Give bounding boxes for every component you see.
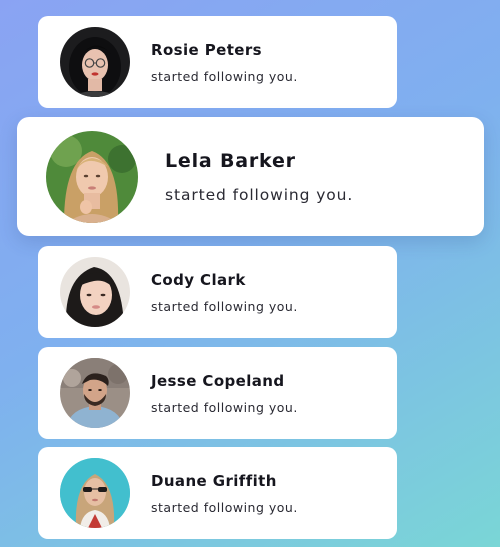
notification-card[interactable]: Rosie Peters started following you. [38,16,397,108]
avatar-icon [60,358,130,428]
follower-name[interactable]: Cody Clark [151,271,298,289]
avatar-icon [46,130,138,223]
notification-card[interactable]: Jesse Copeland started following you. [38,347,397,439]
notification-message: started following you. [165,185,354,204]
follower-name[interactable]: Rosie Peters [151,41,298,59]
notification-card[interactable]: Duane Griffith started following you. [38,447,397,539]
avatar-icon [60,458,130,528]
notification-message: started following you. [151,499,298,515]
avatar[interactable] [60,458,130,528]
avatar[interactable] [46,130,138,223]
avatar[interactable] [60,358,130,428]
avatar-icon [60,27,130,97]
follower-name[interactable]: Jesse Copeland [151,372,298,390]
notification-screen: { "notifications": [ { "name": "Rosie Pe… [0,0,500,547]
notification-message: started following you. [151,298,298,314]
avatar[interactable] [60,27,130,97]
notification-card[interactable]: Cody Clark started following you. [38,246,397,338]
notification-message: started following you. [151,68,298,84]
follower-name[interactable]: Duane Griffith [151,472,298,490]
avatar[interactable] [60,257,130,327]
avatar-icon [60,257,130,327]
notification-message: started following you. [151,399,298,415]
notification-card-highlighted[interactable]: Lela Barker started following you. [17,117,484,236]
follower-name[interactable]: Lela Barker [165,150,353,172]
